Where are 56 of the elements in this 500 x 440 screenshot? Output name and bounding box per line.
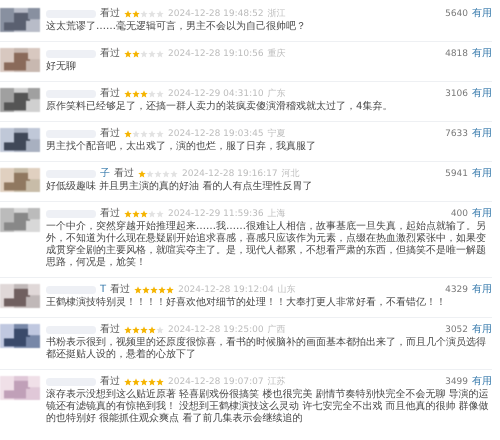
useful-link[interactable]: 有用	[472, 376, 492, 388]
comment-region: 河北	[282, 168, 300, 180]
comment-region: 上海	[268, 208, 286, 220]
user-name: T	[100, 284, 106, 296]
watch-status: 看过	[100, 128, 120, 140]
comment-text: 男主找个配音吧，太出戏了，演的也烂，服了日弃，我真服了	[46, 141, 317, 153]
comment-time: 2024-12-28 19:03:45	[168, 128, 264, 140]
useful-link[interactable]: 有用	[472, 168, 492, 180]
vote-count: 4329	[445, 284, 468, 296]
vote-count: 7633	[445, 128, 468, 140]
watch-status: 看过	[100, 88, 120, 100]
watch-status: 看过	[100, 8, 120, 20]
comment-region: 广东	[268, 88, 286, 100]
vote-count: 3106	[445, 88, 468, 100]
vote-count: 5640	[445, 8, 468, 20]
comment-text: 滚存表示没想到这么贴近原著 轻喜剧戏份很搞笑 楼也很完美 剧情节奏特别快完全不会无聊 导演的运镜还有滤镜真的有惊艳到我！ 没想到王鹤棣演技这么灵动 许七安完全不出戏 而且他真的很帅 群像做的也特别好 很能抓住观众爽点 看了前几集表示会继续追的	[46, 389, 490, 425]
comment-region: 广西	[268, 324, 286, 336]
comment-text: 书粉表示很到，视频里的还原度很惊喜，看书的时候脑补的画面基本都拍出来了，而且几个演员选得都还挺贴人设的，悬着的心放下了	[46, 337, 487, 361]
useful-link[interactable]: 有用	[472, 88, 492, 100]
comment-region: 江苏	[268, 376, 286, 388]
watch-status: 看过	[110, 284, 130, 296]
watch-status: 看过	[100, 376, 120, 388]
comment-text: 好无聊	[46, 61, 77, 73]
comment-time: 2024-12-28 19:12:04	[178, 284, 274, 296]
comment-text: 好低级趣味 并且男主演的真的好油 看的人有点生理性反胃了	[46, 181, 314, 193]
comment-time: 2024-12-28 19:48:52	[168, 8, 264, 20]
comment-text: 一个中介，突然穿越开始推理起来……我……很难让人相信，故事基底一旦失真，起始点就输了。另外，不知道为什么现在悬疑剧开始追求喜感，喜感只应该作为元素，点缀在热血激烈紧张中，如果变成贯穿全剧的主要风格，就喧宾夺主了。是，现代人都累，不想看严肃的东西，但搞笑不是唯一解题思路，何况是，尬笑！	[46, 221, 487, 269]
comment-time: 2024-12-29 04:31:10	[168, 88, 264, 100]
watch-status: 看过	[100, 324, 120, 336]
comment-time: 2024-12-29 11:59:36	[168, 208, 264, 220]
watch-status: 看过	[114, 168, 134, 180]
comment-text: 原作笑料已经够足了，还搞一群人卖力的装疯卖傻演滑稽戏就太过了，4集弃。	[46, 101, 394, 113]
comment-text: 这太荒谬了……毫无逻辑可言，男主不会以为自己很帅吧？	[46, 21, 307, 33]
vote-count: 4818	[445, 48, 468, 60]
comment-region: 重庆	[268, 48, 286, 60]
vote-count: 3052	[445, 324, 468, 336]
vote-count: 5941	[445, 168, 468, 180]
useful-link[interactable]: 有用	[472, 8, 492, 20]
vote-count: 400	[450, 208, 468, 220]
useful-link[interactable]: 有用	[472, 208, 492, 220]
comment-region: 山东	[278, 284, 296, 296]
useful-link[interactable]: 有用	[472, 48, 492, 60]
comment-region: 宁夏	[268, 128, 286, 140]
vote-count: 3499	[445, 376, 468, 388]
comment-time: 2024-12-28 19:07:07	[168, 376, 264, 388]
useful-link[interactable]: 有用	[472, 324, 492, 336]
comment-time: 2024-12-28 19:16:17	[182, 168, 278, 180]
comment-text: 王鹤棣演技特别灵！！！！好喜欢他对细节的处理！！大奉打更人非常好看，不看错亿！！	[46, 297, 447, 309]
comment-region: 浙江	[268, 8, 286, 20]
useful-link[interactable]: 有用	[472, 128, 492, 140]
useful-link[interactable]: 有用	[472, 284, 492, 296]
watch-status: 看过	[100, 48, 120, 60]
user-name: 子	[100, 168, 110, 180]
watch-status: 看过	[100, 208, 120, 220]
comment-time: 2024-12-28 19:10:56	[168, 48, 264, 60]
comment-time: 2024-12-28 19:25:00	[168, 324, 264, 336]
